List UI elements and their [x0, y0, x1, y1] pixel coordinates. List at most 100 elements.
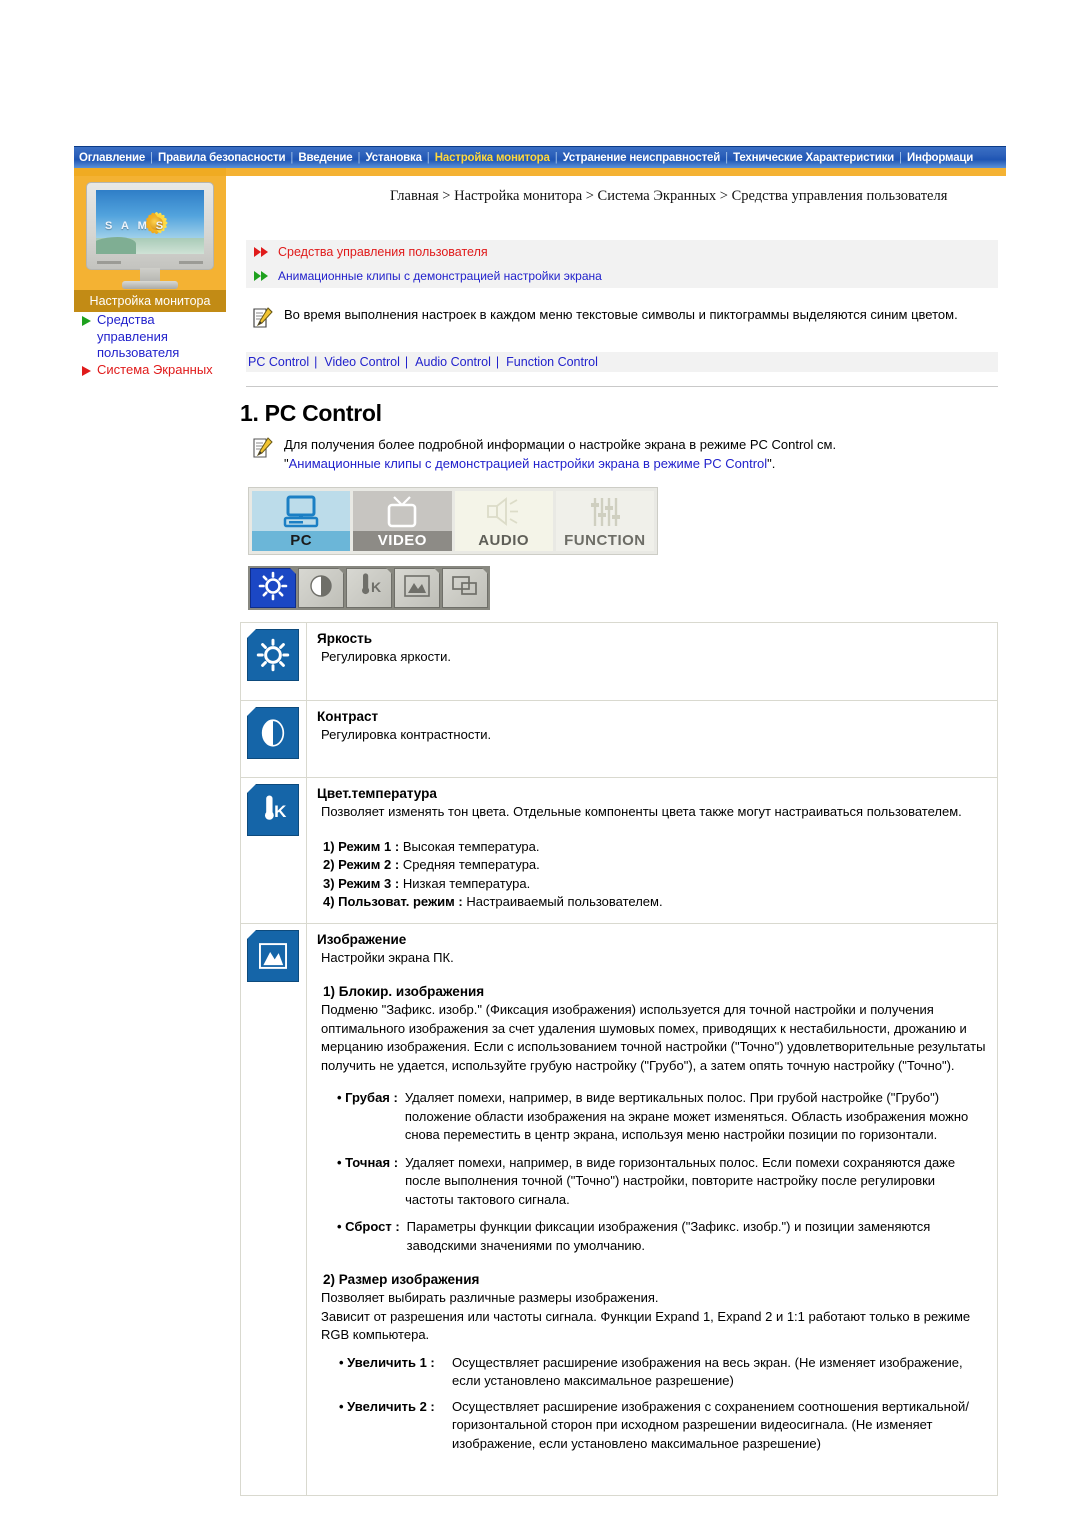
- nav-item-setup[interactable]: Установка: [361, 147, 427, 168]
- bullet-text: Удаляет помехи, например, в виде вертика…: [404, 1090, 969, 1142]
- settings-description-table: Яркость Регулировка яркости. Контраст Ре…: [240, 622, 998, 1496]
- bullet-label: • Сброст :: [337, 1219, 400, 1234]
- row-description: Регулировка яркости.: [321, 649, 451, 664]
- bullet-text: Удаляет помехи, например, в виде горизон…: [405, 1154, 956, 1207]
- mode-tab-pc[interactable]: PC: [252, 491, 351, 551]
- brightness-icon: [247, 629, 299, 681]
- link-separator: |: [404, 355, 409, 369]
- mode-tab-video[interactable]: VIDEO: [353, 491, 452, 551]
- monitor-neck: [140, 268, 160, 282]
- sub-tab-color-temperature[interactable]: K: [346, 568, 392, 608]
- bullet-label: • Увеличить 1 :: [339, 1354, 435, 1370]
- monitor-screen: S A M S: [96, 190, 204, 254]
- note-blue-highlight: Во время выполнения настроек в каждом ме…: [246, 306, 998, 332]
- table-row: Контраст Регулировка контрастности.: [241, 700, 998, 778]
- row-title: Контраст: [317, 708, 379, 724]
- link-animation-clips-pc[interactable]: Анимационные клипы с демонстрацией настр…: [289, 456, 768, 471]
- link-function-control[interactable]: Function Control: [504, 355, 598, 369]
- table-cell-icon: [241, 923, 307, 1495]
- bullet-text: Осуществляет расширение изображения на в…: [452, 1354, 963, 1389]
- list-item: • Увеличить 2 : Осуществляет расширение …: [339, 1398, 987, 1454]
- mode-tab-label: FUNCTION: [555, 531, 654, 551]
- nav-item-specifications[interactable]: Технические Характеристики: [728, 147, 899, 168]
- link-video-control[interactable]: Video Control: [322, 355, 400, 369]
- breadcrumb: Главная > Настройка монитора > Система Э…: [390, 188, 948, 204]
- page-section-animation-clips[interactable]: Анимационные клипы с демонстрацией настр…: [246, 264, 998, 288]
- table-row: K Цвет.температура Позволяет изменять то…: [241, 778, 998, 924]
- link-separator: |: [314, 355, 318, 369]
- nav-item-monitor-setup[interactable]: Настройка монитора: [430, 147, 555, 168]
- row-title: Изображение: [317, 931, 407, 947]
- note-pc-control-info: Для получения более подробной информации…: [246, 436, 998, 473]
- mode-text: Средняя температура.: [402, 857, 540, 872]
- link-pc-control[interactable]: PC Control: [246, 355, 309, 369]
- arrow-right-icon: [82, 316, 91, 326]
- sidebar-item-label: Система Экранных: [97, 361, 213, 377]
- sliders-icon: [556, 493, 654, 531]
- list-item: 2) Режим 2 : Средняя температура.: [317, 856, 987, 875]
- image-lock-bullet-list: • Грубая : Удаляет помехи, например, в в…: [317, 1089, 987, 1255]
- mode-label: 2) Режим 2 :: [323, 857, 400, 872]
- sub-tab-contrast[interactable]: [298, 568, 344, 608]
- monitor-brand-left: [97, 261, 121, 264]
- row-description: Настройки экрана ПК.: [321, 949, 454, 965]
- list-item: • Сброст : Параметры функции фиксации из…: [337, 1218, 987, 1255]
- mode-tab-audio[interactable]: AUDIO: [454, 491, 553, 551]
- nav-item-contents[interactable]: Оглавление: [74, 147, 150, 168]
- bullet-text: Параметры функции фиксации изображения (…: [406, 1219, 931, 1253]
- note-text: Во время выполнения настроек в каждом ме…: [284, 307, 958, 322]
- nav-item-information[interactable]: Информаци: [902, 147, 978, 168]
- page-section-label: Средства управления пользователя: [278, 245, 488, 259]
- contrast-icon: [307, 572, 335, 605]
- image-icon: [247, 929, 299, 982]
- monitor-brand-right: [179, 261, 203, 264]
- nav-item-introduction[interactable]: Введение: [293, 147, 357, 168]
- row-description: Регулировка контрастности.: [321, 726, 492, 742]
- sub-tab-osd[interactable]: [442, 568, 488, 608]
- nav-item-troubleshooting[interactable]: Устранение неисправностей: [558, 147, 725, 168]
- sidebar-item-user-controls[interactable]: Средства управления пользователя: [74, 312, 226, 362]
- nav-underbar-left: [74, 168, 226, 176]
- link-separator: |: [495, 355, 500, 369]
- quote-close: ".: [767, 455, 776, 471]
- nav-item-safety[interactable]: Правила безопасности: [153, 147, 290, 168]
- table-cell-body: Цвет.температура Позволяет изменять тон …: [307, 778, 997, 923]
- link-audio-control[interactable]: Audio Control: [413, 355, 491, 369]
- bullet-text: Осуществляет расширение изображения с со…: [452, 1398, 969, 1451]
- sidebar-caption: Настройка монитора: [74, 290, 226, 312]
- bullet-label: • Увеличить 2 :: [339, 1398, 435, 1414]
- bullet-label: • Грубая :: [337, 1090, 398, 1105]
- note-line-1: Для получения более подробной информации…: [284, 437, 837, 452]
- subsection-title-image-lock: 1) Блокир. изображения: [323, 984, 485, 999]
- control-type-links: PC Control | Video Control | Audio Contr…: [246, 352, 998, 372]
- monitor-icon: [252, 493, 350, 531]
- subsection-paragraph: Подменю "Зафикс. изобр." (Фиксация изобр…: [321, 1002, 986, 1073]
- note-pencil-icon: [250, 306, 276, 332]
- table-cell-icon: K: [241, 778, 307, 923]
- speaker-icon: [455, 493, 553, 531]
- subsection-paragraph-1: Позволяет выбирать различные размеры изо…: [321, 1290, 659, 1305]
- monitor-illustration: S A M S: [86, 182, 214, 289]
- table-cell-icon: [241, 623, 307, 700]
- sub-tab-brightness[interactable]: [250, 568, 296, 608]
- sub-tab-image[interactable]: [394, 568, 440, 608]
- monitor-screen-text: S A M S: [105, 220, 167, 232]
- horizontal-divider: [246, 386, 998, 387]
- note-pencil-icon: [250, 436, 276, 462]
- color-temperature-icon: K: [247, 784, 299, 836]
- subsection-title-image-size: 2) Размер изображения: [323, 1272, 480, 1287]
- mode-label: 3) Режим 3 :: [323, 875, 400, 891]
- mode-tab-function[interactable]: FUNCTION: [555, 491, 654, 551]
- table-cell-body: Яркость Регулировка яркости.: [307, 623, 997, 700]
- monitor-base: [122, 281, 178, 289]
- subsection-paragraph-2: Зависит от разрешения или частоты сигнал…: [321, 1308, 971, 1343]
- brightness-icon: [258, 571, 288, 606]
- list-item: 1) Режим 1 : Высокая температура.: [317, 838, 987, 857]
- bullet-label: • Точная :: [337, 1154, 399, 1170]
- list-item: 4) Пользоват. режим : Настраиваемый поль…: [317, 893, 987, 912]
- sidebar-item-osd-system[interactable]: Система Экранных: [74, 362, 226, 379]
- svg-text:K: K: [274, 802, 287, 821]
- mode-text: Низкая температура.: [402, 875, 531, 891]
- list-item: • Точная : Удаляет помехи, например, в в…: [337, 1154, 987, 1210]
- page-section-user-controls[interactable]: Средства управления пользователя: [246, 240, 998, 264]
